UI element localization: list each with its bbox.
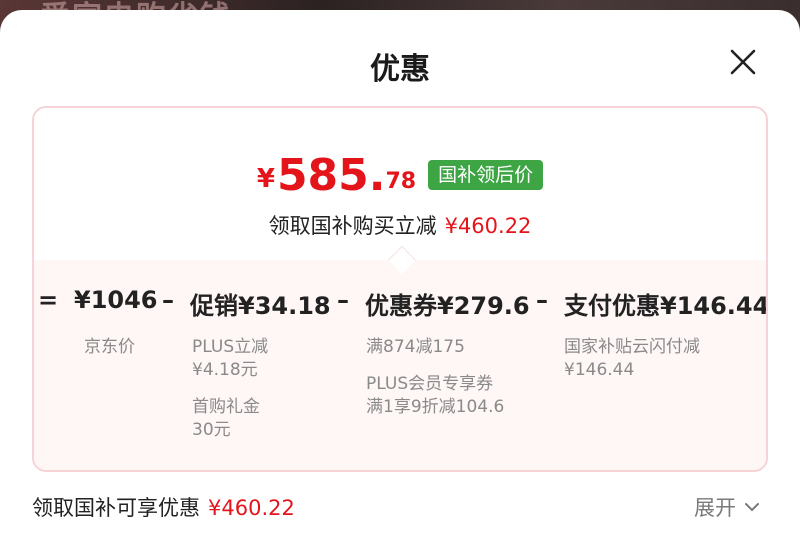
subsidy-amount: ¥460.22 (444, 214, 532, 238)
payment-discount-label: 支付优惠¥146.44 (564, 292, 768, 320)
note-line: ¥146.44 (564, 360, 635, 380)
price-currency: ¥ (256, 164, 275, 194)
note-line: PLUS立减 (192, 337, 269, 357)
chevron-down-icon (745, 503, 759, 512)
subsidy-footer: 领取国补可享优惠 ¥460.22 (32, 492, 295, 522)
minus-operator: – (536, 286, 548, 314)
note-line: 满874减175 (366, 337, 465, 357)
minus-operator: – (337, 286, 349, 314)
jd-price-note: 京东价 (84, 336, 135, 359)
note-line: 30元 (192, 420, 231, 440)
footer-label: 领取国补可享优惠 (32, 496, 200, 520)
coupon-label: 优惠券¥279.6 (365, 292, 530, 320)
payment-discount-notes: 国家补贴云闪付减 ¥146.44 (564, 336, 700, 382)
sheet-title: 优惠 (370, 52, 430, 87)
price-integer: 585. (276, 150, 386, 201)
jd-price-label: ¥1046 (74, 286, 158, 314)
equals-operator: = (38, 286, 59, 314)
expand-label: 展开 (694, 496, 736, 520)
expand-button[interactable]: 展开 (694, 492, 760, 522)
minus-operator: – (162, 286, 174, 314)
subsidy-label: 领取国补购买立减 (268, 214, 437, 238)
price-decimal: 78 (385, 169, 417, 194)
coupon-notes: 满874减175 PLUS会员专享券 满1享9折减104.6 (366, 336, 504, 419)
promotion-notes: PLUS立减 ¥4.18元 首购礼金 30元 (192, 336, 268, 442)
note-line: 满1享9折减104.6 (366, 397, 505, 417)
footer-amount: ¥460.22 (208, 496, 295, 520)
note-line: 国家补贴云闪付减 (564, 337, 700, 357)
subsidy-row: 领取国补购买立减 ¥460.22 (34, 210, 766, 240)
note-line: 首购礼金 (192, 397, 260, 417)
price-badge: 国补领后价 (428, 160, 544, 190)
note-line: ¥4.18元 (192, 360, 258, 380)
promotion-label: 促销¥34.18 (190, 292, 331, 320)
note-line: 京东价 (84, 337, 135, 357)
close-icon[interactable] (727, 46, 759, 78)
note-line: PLUS会员专享券 (366, 374, 494, 394)
final-price-section: ¥ 585. 78 国补领后价 领取国补购买立减 ¥460.22 (34, 108, 766, 260)
final-price-row: ¥ 585. 78 国补领后价 (34, 148, 766, 198)
price-breakdown-card: ¥ 585. 78 国补领后价 领取国补购买立减 ¥460.22 = ¥1046 … (32, 106, 768, 472)
